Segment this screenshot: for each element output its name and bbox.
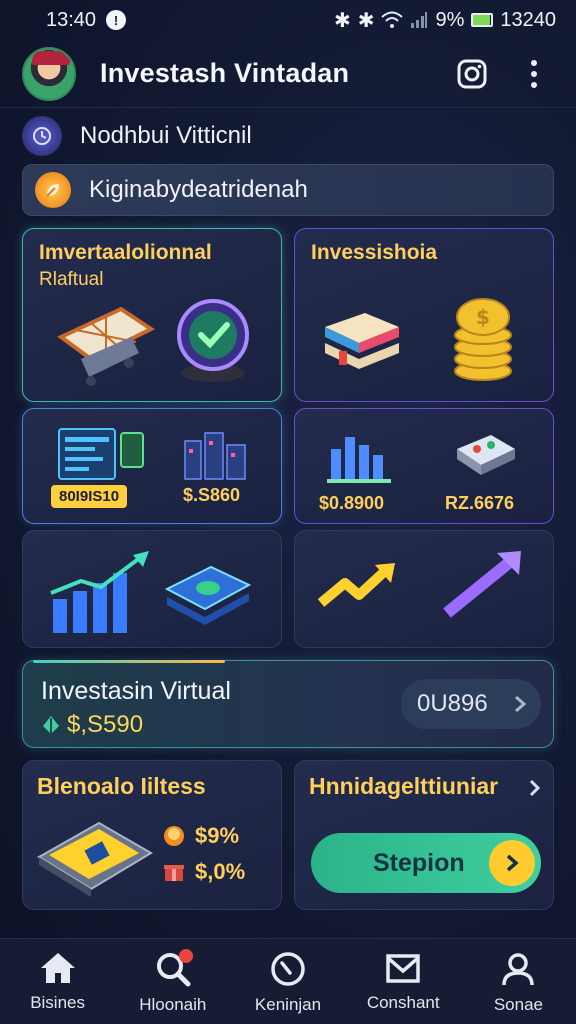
gamepad-icon [457, 435, 515, 475]
home-icon [40, 953, 75, 983]
ledger-chart-icon [58, 428, 144, 480]
investment-card[interactable]: Invessishoia $ [294, 228, 554, 402]
leaf-icon [35, 172, 71, 208]
status-bar: 13:40 ! ✱ ✱ 9% 13240 [0, 0, 576, 40]
nav-item-keninjan[interactable]: Keninjan [230, 939, 345, 1024]
coin-icon [164, 826, 184, 846]
battery-icon [471, 13, 494, 27]
clock-icon [22, 116, 62, 156]
nav-label: Conshant [366, 993, 440, 1012]
chevron-right-icon [529, 779, 541, 797]
list-item-label: Nodhbui Vitticnil [80, 122, 252, 149]
virtual-balance-value: $,S590 [67, 711, 144, 738]
highlighted-list-item[interactable]: Kiginabydeatridenah [22, 164, 554, 216]
stats-card[interactable]: Blenoalo Iiltess $9% $,0% [22, 760, 282, 910]
more-vert-icon [531, 59, 537, 88]
instagram-icon [457, 59, 487, 88]
compass-icon [271, 952, 305, 986]
card-value: $.S860 [183, 485, 241, 505]
investment-card[interactable]: 80I9IS10 $.S860 [22, 408, 282, 524]
battery-percent: 9% [435, 8, 465, 31]
battery-fill [473, 15, 490, 25]
wallet-card-icon [37, 821, 153, 897]
stat-line: $9% [163, 823, 239, 849]
card-title: Hnnidagelttiuniar [309, 773, 499, 799]
nav-item-conshant[interactable]: Conshant [346, 939, 461, 1024]
card-value: RZ.6676 [445, 493, 515, 513]
status-time: 13:40 [46, 8, 97, 31]
card-title: Blenoalo Iiltess [37, 773, 206, 799]
stat-line: $,0% [163, 859, 245, 885]
bottom-navigation: Bisines Hloonaih Keninjan Conshant Sonae [0, 938, 576, 1024]
books-stack-icon [325, 313, 399, 369]
stepion-button[interactable]: Stepion [311, 833, 541, 893]
notification-icon: ! [106, 10, 127, 30]
investment-card[interactable] [22, 530, 282, 648]
action-card[interactable]: Hnnidagelttiuniar Stepion [294, 760, 554, 910]
status-clock-right: 13240 [500, 8, 556, 31]
nav-label: Hloonaih [139, 995, 207, 1014]
bluetooth-icon: ✱ [357, 9, 375, 32]
status-right: ✱ ✱ 9% 13240 [334, 8, 556, 33]
trend-up-arrow-icon [317, 563, 395, 607]
bluetooth-icon: ✱ [333, 9, 351, 32]
stat-value: $9% [195, 823, 240, 848]
signal-icon [411, 12, 428, 28]
nav-label: Sonae [493, 995, 543, 1014]
instagram-button[interactable] [452, 54, 492, 94]
card-title: Invessishoia [311, 241, 438, 264]
virtual-balance: $,S590 [41, 711, 143, 739]
nav-item-hloonaih[interactable]: Hloonaih [115, 939, 230, 1024]
cash-stack-icon [164, 565, 252, 625]
page-title: Investash Vintadan [100, 58, 350, 88]
list-item-label: Kiginabydeatridenah [89, 176, 308, 203]
bar-chart-icon [327, 437, 391, 483]
card-value: $0.8900 [319, 493, 385, 513]
growth-chart-icon [50, 551, 149, 633]
card-value: 80I9IS10 [51, 485, 128, 508]
wifi-icon [381, 11, 404, 28]
virtual-title: Investasin Virtual [41, 677, 231, 705]
card-subtitle: Rlaftual [39, 269, 104, 290]
card-title: Imvertaalolionnal [39, 241, 212, 264]
nav-label: Bisines [30, 993, 85, 1012]
virtual-balance-card[interactable]: Investasin Virtual $,S590 0U896 [22, 660, 554, 748]
calculator-cart-icon [57, 306, 155, 386]
trend-up-arrow-icon [443, 551, 521, 618]
mail-icon [386, 954, 420, 983]
coins-icon: $ [454, 298, 512, 381]
virtual-value-pill[interactable]: 0U896 [401, 679, 541, 729]
investment-card[interactable]: Imvertaalolionnal Rlaftual [22, 228, 282, 402]
notification-badge [179, 949, 194, 963]
button-label: Stepion [373, 848, 465, 877]
nav-item-bisines[interactable]: Bisines [0, 939, 115, 1024]
avatar[interactable] [22, 46, 76, 101]
leaf-icon [43, 716, 59, 734]
chevron-right-icon [489, 840, 535, 886]
nav-item-sonae[interactable]: Sonae [461, 939, 576, 1024]
chevron-right-icon [515, 695, 527, 713]
more-options-button[interactable] [514, 54, 554, 94]
gauge-check-icon [177, 299, 249, 382]
list-item[interactable]: Nodhbui Vitticnil [22, 112, 554, 160]
status-left: 13:40 ! [46, 8, 127, 32]
nav-label: Keninjan [254, 995, 322, 1014]
city-chart-icon [184, 432, 246, 480]
app-header: Investash Vintadan [0, 40, 576, 108]
user-icon [502, 953, 535, 986]
pill-value: 0U896 [417, 690, 488, 717]
stat-value: $,0% [195, 859, 246, 884]
investment-card[interactable] [294, 530, 554, 648]
svg-text:$: $ [476, 305, 490, 329]
gift-box-icon [164, 865, 184, 881]
investment-card[interactable]: $0.8900 RZ.6676 [294, 408, 554, 524]
